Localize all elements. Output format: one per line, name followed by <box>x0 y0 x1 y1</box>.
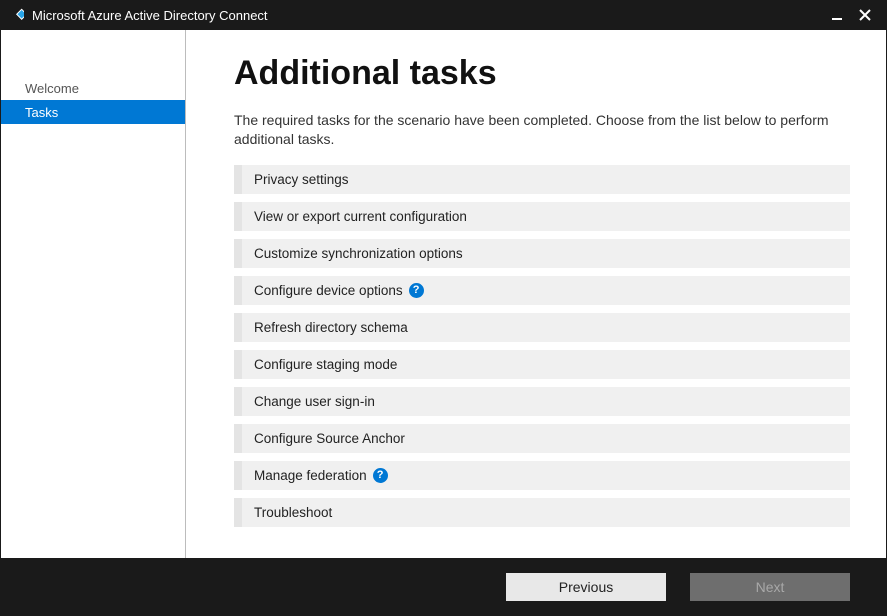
window-title: Microsoft Azure Active Directory Connect <box>32 8 823 23</box>
task-item[interactable]: Configure staging mode <box>234 350 850 379</box>
task-label: View or export current configuration <box>254 209 467 224</box>
task-accent <box>234 276 242 305</box>
sidebar-item-tasks[interactable]: Tasks <box>1 100 185 124</box>
sidebar-item-label: Welcome <box>25 81 79 96</box>
task-accent <box>234 165 242 194</box>
sidebar-item-label: Tasks <box>25 105 58 120</box>
next-button: Next <box>690 573 850 601</box>
page-title: Additional tasks <box>234 54 850 93</box>
sidebar: Welcome Tasks <box>1 30 186 558</box>
footer: Previous Next <box>1 558 886 615</box>
close-button[interactable] <box>851 1 879 29</box>
task-label: Manage federation <box>254 468 367 483</box>
task-accent <box>234 461 242 490</box>
window-body: Welcome Tasks Additional tasks The requir… <box>0 30 887 616</box>
help-icon[interactable]: ? <box>409 283 424 298</box>
task-item[interactable]: Refresh directory schema <box>234 313 850 342</box>
page-description: The required tasks for the scenario have… <box>234 111 850 149</box>
task-item[interactable]: Customize synchronization options <box>234 239 850 268</box>
task-item[interactable]: Change user sign-in <box>234 387 850 416</box>
help-icon[interactable]: ? <box>373 468 388 483</box>
task-item[interactable]: Configure Source Anchor <box>234 424 850 453</box>
task-item[interactable]: Troubleshoot <box>234 498 850 527</box>
task-accent <box>234 239 242 268</box>
task-accent <box>234 387 242 416</box>
task-item[interactable]: Configure device options? <box>234 276 850 305</box>
task-label: Privacy settings <box>254 172 349 187</box>
task-label: Configure staging mode <box>254 357 397 372</box>
task-accent <box>234 350 242 379</box>
task-accent <box>234 202 242 231</box>
task-label: Change user sign-in <box>254 394 375 409</box>
task-list: Privacy settings View or export current c… <box>234 165 850 527</box>
task-item[interactable]: Privacy settings <box>234 165 850 194</box>
task-accent <box>234 498 242 527</box>
task-accent <box>234 424 242 453</box>
task-label: Configure device options <box>254 283 403 298</box>
task-accent <box>234 313 242 342</box>
minimize-button[interactable] <box>823 1 851 29</box>
titlebar: Microsoft Azure Active Directory Connect <box>0 0 887 30</box>
main-panel: Additional tasks The required tasks for … <box>186 30 886 558</box>
task-item[interactable]: View or export current configuration <box>234 202 850 231</box>
task-label: Configure Source Anchor <box>254 431 405 446</box>
task-label: Customize synchronization options <box>254 246 463 261</box>
sidebar-item-welcome[interactable]: Welcome <box>1 76 185 100</box>
previous-button[interactable]: Previous <box>506 573 666 601</box>
app-logo-icon <box>8 7 24 23</box>
task-label: Troubleshoot <box>254 505 332 520</box>
task-item[interactable]: Manage federation? <box>234 461 850 490</box>
task-label: Refresh directory schema <box>254 320 408 335</box>
